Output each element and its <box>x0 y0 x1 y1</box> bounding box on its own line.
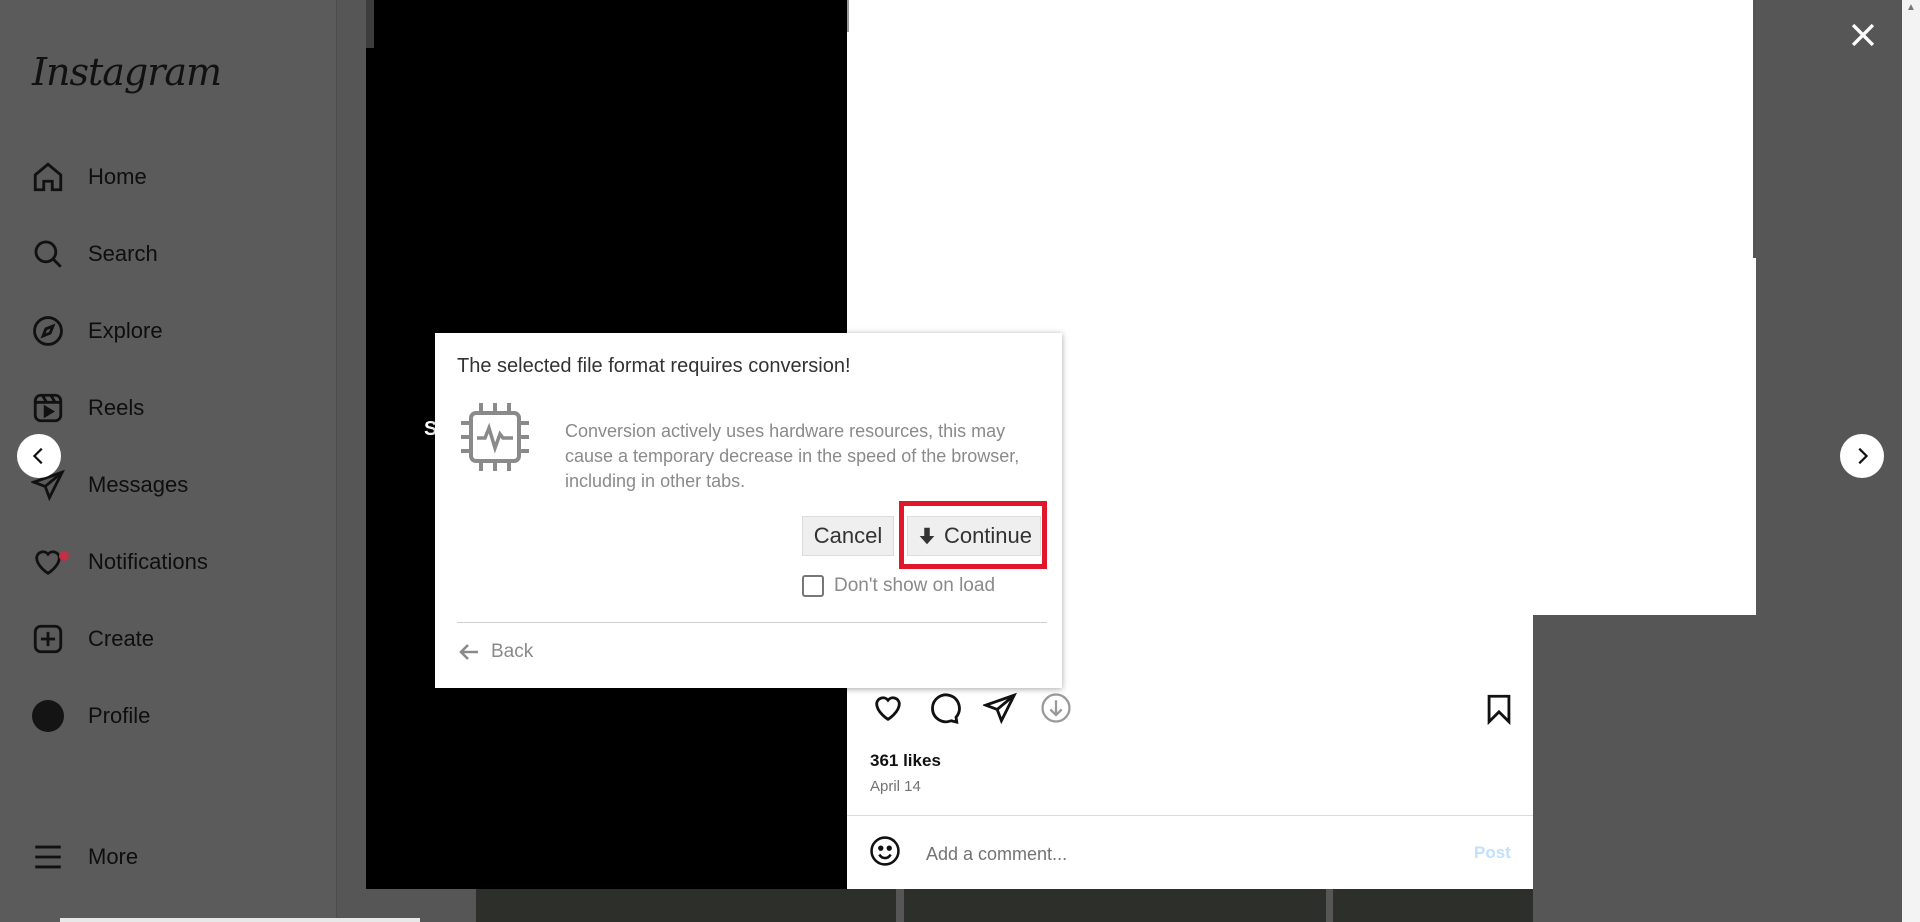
share-icon[interactable] <box>982 690 1018 726</box>
like-icon[interactable] <box>870 690 906 726</box>
dont-show-label[interactable]: Don't show on load <box>834 575 995 597</box>
previous-post-button[interactable] <box>17 434 61 478</box>
comment-icon[interactable] <box>926 690 962 726</box>
scroll-up-arrow-icon[interactable]: ▲ <box>1906 2 1916 13</box>
sidebar-item-label: Create <box>88 626 155 651</box>
sidebar-item-label: Search <box>88 241 158 266</box>
sidebar-item-create[interactable]: Create <box>30 612 154 666</box>
sidebar-item-label: Messages <box>88 472 189 497</box>
download-arrow-icon <box>919 527 935 545</box>
sidebar-item-profile[interactable]: Profile <box>30 689 150 743</box>
dont-show-row: Don't show on load <box>802 575 995 597</box>
dialog-divider <box>457 622 1047 623</box>
bookmark-icon[interactable] <box>1482 692 1518 728</box>
cpu-chip-icon <box>461 403 529 471</box>
download-icon[interactable] <box>1038 690 1074 726</box>
post-date: April 14 <box>870 778 921 795</box>
sidebar-item-label: Profile <box>88 703 151 728</box>
instagram-logo[interactable]: Instagram <box>32 50 222 94</box>
sidebar-item-label: More <box>88 844 139 869</box>
sidebar-item-label: Reels <box>88 395 145 420</box>
home-icon <box>30 159 66 195</box>
scrollbar[interactable] <box>1902 0 1920 922</box>
panel-edge <box>847 0 849 32</box>
comment-input[interactable] <box>924 840 1468 868</box>
back-label: Back <box>491 641 534 662</box>
heart-icon <box>30 544 69 580</box>
reels-icon <box>30 390 66 426</box>
sidebar-item-search[interactable]: Search <box>30 227 158 281</box>
grid-thumbnail[interactable] <box>1333 889 1533 922</box>
grid-thumbnail[interactable] <box>904 889 1326 922</box>
taskbar-line <box>60 918 420 922</box>
dont-show-checkbox[interactable] <box>802 575 824 597</box>
back-button[interactable]: Back <box>457 640 533 664</box>
search-icon <box>30 236 66 272</box>
cancel-button[interactable]: Cancel <box>802 516 894 556</box>
grid-thumbnail[interactable] <box>476 889 896 922</box>
arrow-left-icon <box>459 644 478 660</box>
sidebar-item-label: Home <box>88 164 147 189</box>
dialog-title: The selected file format requires conver… <box>457 355 851 377</box>
sidebar-item-home[interactable]: Home <box>30 150 147 204</box>
continue-label: Continue <box>943 523 1033 548</box>
sidebar-item-explore[interactable]: Explore <box>30 304 163 358</box>
sidebar-item-label: Notifications <box>88 549 208 574</box>
media-edge <box>366 0 374 48</box>
plus-square-icon <box>30 621 66 657</box>
continue-button[interactable]: Continue <box>907 516 1041 556</box>
post-button[interactable]: Post <box>1474 843 1511 863</box>
avatar <box>30 698 66 734</box>
conversion-dialog: The selected file format requires conver… <box>435 333 1062 688</box>
sidebar-item-reels[interactable]: Reels <box>30 381 144 435</box>
compass-icon <box>30 313 66 349</box>
likes-count[interactable]: 361 likes <box>870 751 941 771</box>
action-row <box>870 690 1074 726</box>
chevron-left-icon <box>32 447 43 465</box>
dialog-message: Conversion actively uses hardware resour… <box>565 421 1020 491</box>
next-post-button[interactable] <box>1840 434 1884 478</box>
sidebar-item-more[interactable]: More <box>30 830 138 884</box>
divider <box>847 815 1533 816</box>
sidebar-item-label: Explore <box>88 318 163 343</box>
notification-dot <box>59 551 69 561</box>
emoji-icon[interactable] <box>868 834 904 870</box>
close-icon[interactable] <box>1846 18 1882 54</box>
sidebar-item-notifications[interactable]: Notifications <box>30 535 208 589</box>
chevron-right-icon <box>1858 447 1869 465</box>
panel-shadow <box>1753 0 1756 258</box>
menu-icon <box>30 839 66 875</box>
